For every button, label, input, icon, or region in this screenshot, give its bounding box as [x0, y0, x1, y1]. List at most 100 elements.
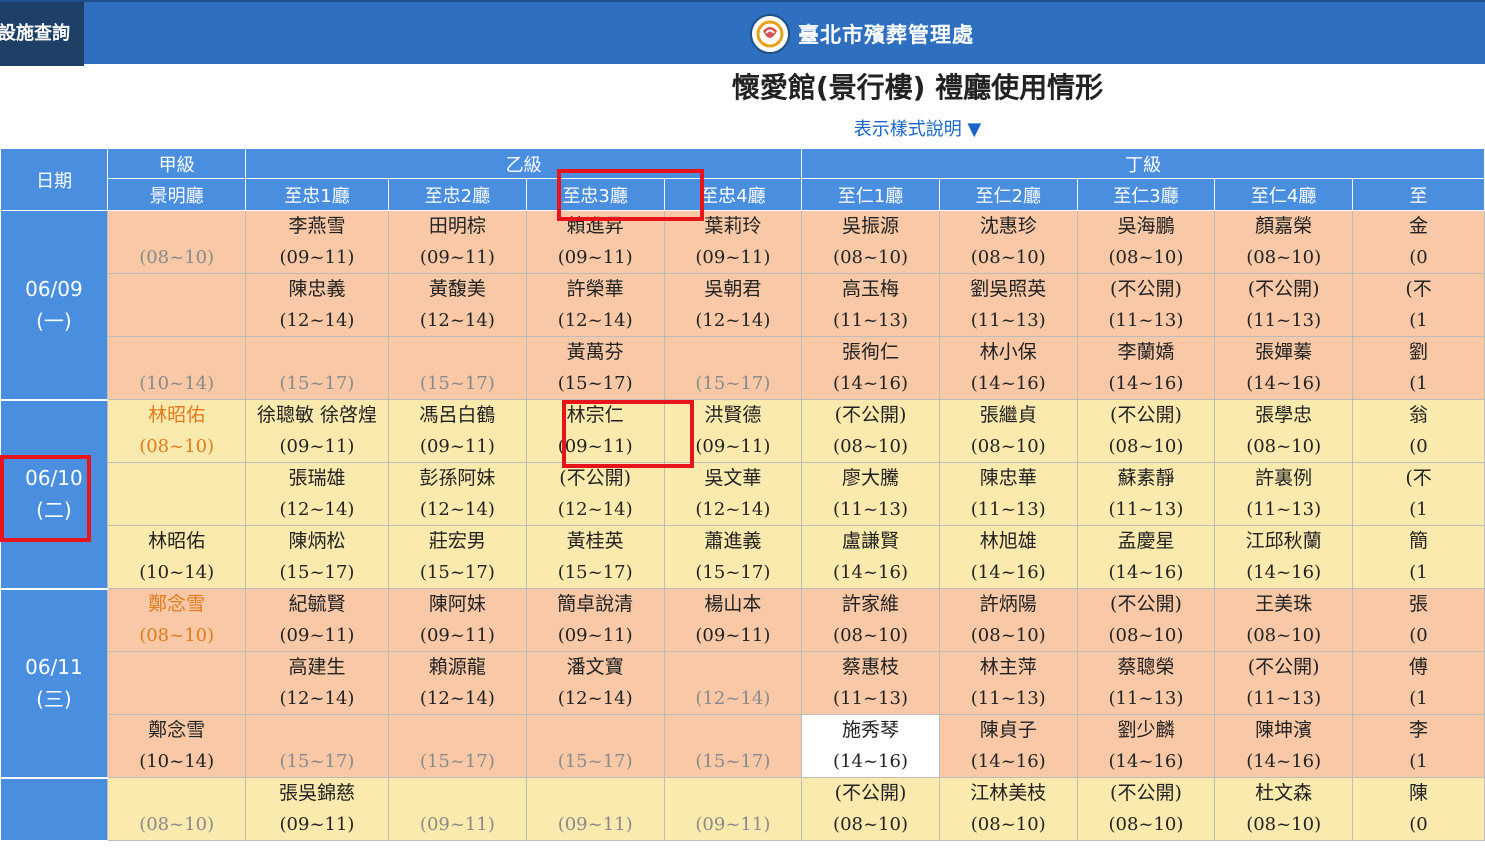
booking-slot[interactable]: 陳貞子 (14~16): [938, 714, 1078, 778]
booking-slot[interactable]: 吳朝君 (12~14): [663, 273, 803, 337]
booking-slot[interactable]: (09~11): [663, 777, 803, 841]
booking-slot[interactable]: (08~10): [107, 210, 246, 274]
hall-header[interactable]: 至仁1廳: [801, 178, 940, 211]
booking-slot[interactable]: (不公開) (08~10): [1076, 777, 1216, 841]
booking-slot[interactable]: (不公開) (11~13): [1214, 651, 1354, 715]
booking-slot[interactable]: 高建生 (12~14): [244, 651, 390, 715]
booking-slot[interactable]: 陳阿妹 (09~11): [388, 588, 527, 652]
booking-slot[interactable]: 田明棕 (09~11): [388, 210, 527, 274]
booking-slot[interactable]: 江林美枝 (08~10): [938, 777, 1078, 841]
booking-slot[interactable]: 沈惠珍 (08~10): [938, 210, 1078, 274]
hall-header[interactable]: 至仁3廳: [1076, 178, 1216, 211]
booking-slot[interactable]: 蕭進義 (15~17): [663, 525, 803, 589]
booking-slot[interactable]: 鄭念雪 (08~10): [107, 588, 246, 652]
booking-slot[interactable]: 張繼貞 (08~10): [938, 399, 1078, 463]
booking-slot[interactable]: 陳炳松 (15~17): [244, 525, 390, 589]
facility-query-button[interactable]: 設施查詢: [0, 2, 84, 66]
booking-slot[interactable]: [107, 462, 246, 526]
booking-slot[interactable]: 林昭佑 (08~10): [107, 399, 246, 463]
booking-slot[interactable]: 林昭佑 (10~14): [107, 525, 246, 589]
booking-slot[interactable]: 王美珠 (08~10): [1214, 588, 1354, 652]
booking-slot[interactable]: 張嬋蓁 (14~16): [1214, 336, 1354, 400]
booking-slot[interactable]: (15~17): [663, 336, 803, 400]
booking-slot[interactable]: 李燕雪 (09~11): [244, 210, 390, 274]
booking-slot[interactable]: 莊宏男 (15~17): [388, 525, 527, 589]
booking-slot[interactable]: 吳文華 (12~14): [663, 462, 803, 526]
booking-slot[interactable]: 楊山本 (09~11): [663, 588, 803, 652]
booking-slot[interactable]: [107, 273, 246, 337]
booking-slot[interactable]: 賴源龍 (12~14): [388, 651, 527, 715]
booking-slot[interactable]: 張瑞雄 (12~14): [244, 462, 390, 526]
booking-slot[interactable]: (09~11): [388, 777, 527, 841]
booking-slot[interactable]: 許裏例 (11~13): [1214, 462, 1354, 526]
booking-slot[interactable]: 傅 (1: [1352, 651, 1485, 715]
booking-slot[interactable]: 蘇素靜 (11~13): [1076, 462, 1216, 526]
booking-slot[interactable]: 高玉梅 (11~13): [801, 273, 940, 337]
booking-slot[interactable]: 杜文森 (08~10): [1214, 777, 1354, 841]
booking-slot[interactable]: 黃桂英 (15~17): [525, 525, 665, 589]
booking-slot[interactable]: 許家維 (08~10): [801, 588, 940, 652]
booking-slot[interactable]: 江邱秋蘭 (14~16): [1214, 525, 1354, 589]
booking-slot[interactable]: 黃萬芬 (15~17): [525, 336, 665, 400]
booking-slot[interactable]: 劉吳照英 (11~13): [938, 273, 1078, 337]
brand[interactable]: 臺北市殯葬管理處: [750, 12, 974, 56]
hall-header[interactable]: 至仁4廳: [1214, 178, 1354, 211]
booking-slot[interactable]: (10~14): [107, 336, 246, 400]
booking-slot[interactable]: 張學忠 (08~10): [1214, 399, 1354, 463]
booking-slot[interactable]: (不公開) (08~10): [1076, 588, 1216, 652]
booking-slot[interactable]: (不公開) (12~14): [525, 462, 665, 526]
booking-slot[interactable]: 簡卓說清 (09~11): [525, 588, 665, 652]
booking-slot[interactable]: 蔡惠枝 (11~13): [801, 651, 940, 715]
booking-slot[interactable]: (08~10): [107, 777, 246, 841]
booking-slot[interactable]: (15~17): [244, 336, 390, 400]
booking-slot[interactable]: (不 (1: [1352, 462, 1485, 526]
booking-slot[interactable]: 金 (0: [1352, 210, 1485, 274]
booking-slot[interactable]: (15~17): [388, 336, 527, 400]
booking-slot[interactable]: [107, 651, 246, 715]
booking-slot[interactable]: (15~17): [663, 714, 803, 778]
booking-slot[interactable]: (不公開) (08~10): [801, 399, 940, 463]
booking-slot[interactable]: 鄭念雪 (10~14): [107, 714, 246, 778]
hall-header[interactable]: 至忠2廳: [388, 178, 527, 211]
booking-slot[interactable]: 陳 (0: [1352, 777, 1485, 841]
booking-slot[interactable]: (15~17): [388, 714, 527, 778]
booking-slot[interactable]: 陳坤濱 (14~16): [1214, 714, 1354, 778]
booking-slot[interactable]: 黃馥美 (12~14): [388, 273, 527, 337]
booking-slot[interactable]: 張 (0: [1352, 588, 1485, 652]
booking-slot[interactable]: 李蘭嬌 (14~16): [1076, 336, 1216, 400]
booking-slot[interactable]: (12~14): [663, 651, 803, 715]
booking-slot[interactable]: 劉少麟 (14~16): [1076, 714, 1216, 778]
booking-slot[interactable]: 陳忠華 (11~13): [938, 462, 1078, 526]
booking-slot[interactable]: (不公開) (08~10): [1076, 399, 1216, 463]
hall-header[interactable]: 至忠1廳: [244, 178, 390, 211]
booking-slot[interactable]: 林小保 (14~16): [938, 336, 1078, 400]
booking-slot[interactable]: 盧謙賢 (14~16): [801, 525, 940, 589]
booking-slot[interactable]: 潘文寶 (12~14): [525, 651, 665, 715]
hall-header[interactable]: 至: [1352, 178, 1485, 211]
booking-slot[interactable]: 許榮華 (12~14): [525, 273, 665, 337]
booking-slot[interactable]: 張徇仁 (14~16): [801, 336, 940, 400]
booking-slot[interactable]: 施秀琴 (14~16): [801, 714, 940, 778]
booking-slot[interactable]: 吳振源 (08~10): [801, 210, 940, 274]
booking-slot[interactable]: 林旭雄 (14~16): [938, 525, 1078, 589]
legend-toggle-link[interactable]: 表示樣式說明 ▼: [0, 115, 1485, 141]
booking-slot[interactable]: 紀毓賢 (09~11): [244, 588, 390, 652]
booking-slot[interactable]: 許炳陽 (08~10): [938, 588, 1078, 652]
booking-slot[interactable]: 林主萍 (11~13): [938, 651, 1078, 715]
booking-slot[interactable]: (不公開) (11~13): [1076, 273, 1216, 337]
booking-slot[interactable]: 陳忠義 (12~14): [244, 273, 390, 337]
hall-header[interactable]: 至仁2廳: [938, 178, 1078, 211]
booking-slot[interactable]: (09~11): [525, 777, 665, 841]
booking-slot[interactable]: 孟慶星 (14~16): [1076, 525, 1216, 589]
booking-slot[interactable]: (不公開) (11~13): [1214, 273, 1354, 337]
booking-slot[interactable]: 簡 (1: [1352, 525, 1485, 589]
booking-slot[interactable]: (不 (1: [1352, 273, 1485, 337]
booking-slot[interactable]: 蔡聰榮 (11~13): [1076, 651, 1216, 715]
booking-slot[interactable]: (15~17): [525, 714, 665, 778]
booking-slot[interactable]: 張吳錦慈 (09~11): [244, 777, 390, 841]
booking-slot[interactable]: 翁 (0: [1352, 399, 1485, 463]
booking-slot[interactable]: 馮呂白鶴 (09~11): [388, 399, 527, 463]
booking-slot[interactable]: 李 (1: [1352, 714, 1485, 778]
booking-slot[interactable]: 顏嘉榮 (08~10): [1214, 210, 1354, 274]
hall-header[interactable]: 景明廳: [107, 178, 246, 211]
